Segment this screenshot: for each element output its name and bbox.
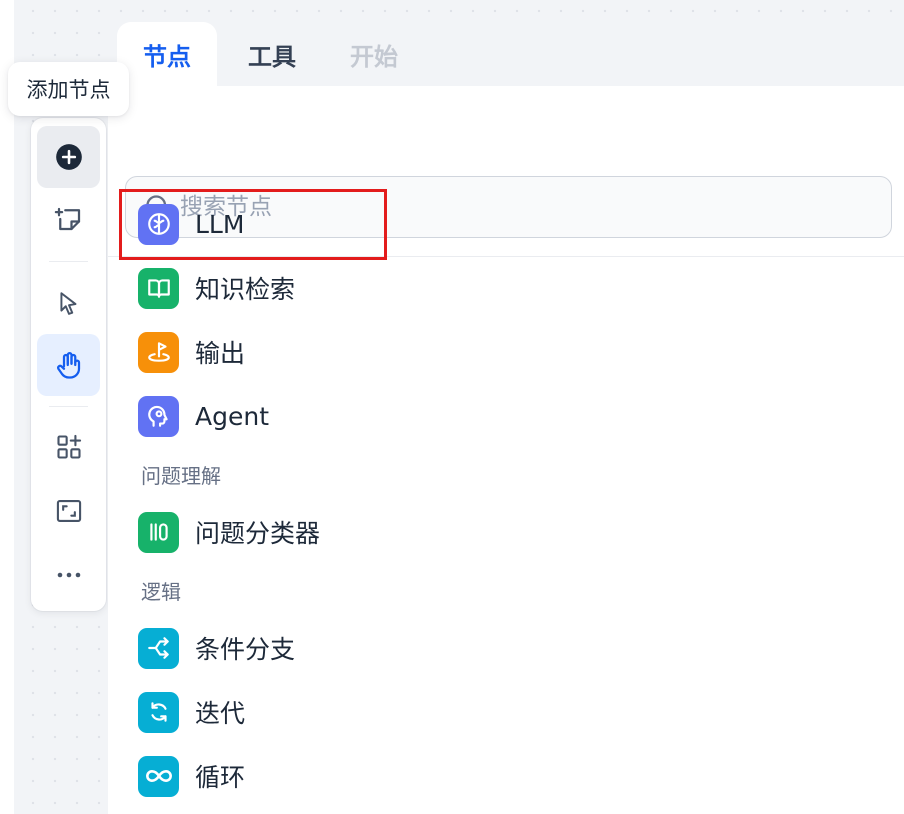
flag-icon [138, 331, 179, 373]
note-add-icon [54, 207, 80, 231]
toolbar-divider [49, 406, 88, 407]
more-button[interactable] [37, 544, 100, 606]
add-note-button[interactable] [37, 188, 100, 250]
frame-icon [56, 500, 81, 522]
agent-head-icon [138, 395, 179, 437]
node-item-if-else[interactable]: 条件分支 [138, 623, 878, 673]
node-item-loop[interactable]: 循环 [138, 751, 878, 801]
node-item-label: 问题分类器 [195, 519, 321, 548]
grid-plus-icon [56, 434, 81, 459]
node-item-label: 条件分支 [195, 635, 296, 664]
node-item-agent[interactable]: Agent [138, 391, 878, 441]
toolbar-divider [49, 261, 88, 262]
add-node-tooltip: 添加节点 [8, 62, 129, 116]
hand-icon [56, 352, 80, 379]
cursor-icon [59, 292, 76, 315]
brain-icon [138, 203, 179, 245]
tab-nodes[interactable]: 节点 [117, 22, 217, 86]
node-item-iteration[interactable]: 迭代 [138, 687, 878, 737]
node-item-label: 循环 [195, 763, 246, 792]
canvas-toolbar [31, 118, 106, 611]
classifier-icon [138, 511, 179, 553]
panel-body: LLM 知识检索 输出 [108, 86, 904, 814]
node-item-label: Agent [195, 401, 269, 431]
node-item-question-classifier[interactable]: 问题分类器 [138, 507, 878, 557]
organize-button[interactable] [37, 416, 100, 478]
node-item-label: 迭代 [195, 699, 246, 728]
add-node-button[interactable] [37, 126, 100, 188]
tab-start[interactable]: 开始 [324, 22, 424, 86]
node-item-label: LLM [195, 209, 245, 239]
repeat-icon [138, 691, 179, 733]
node-item-llm[interactable]: LLM [138, 199, 878, 249]
node-picker-panel: 节点 工具 开始 LLM [108, 14, 904, 814]
node-item-output[interactable]: 输出 [138, 327, 878, 377]
hand-mode-button[interactable] [37, 334, 100, 396]
panel-tabs: 节点 工具 开始 [108, 14, 904, 86]
fit-view-button[interactable] [37, 480, 100, 542]
more-dots-icon [57, 572, 80, 578]
divider [108, 256, 904, 257]
node-item-knowledge-retrieval[interactable]: 知识检索 [138, 263, 878, 313]
node-item-label: 知识检索 [195, 275, 296, 304]
pointer-mode-button[interactable] [37, 272, 100, 334]
section-header-question-understanding: 问题理解 [141, 464, 221, 488]
branch-icon [138, 627, 179, 669]
book-icon [138, 267, 179, 309]
tab-tools[interactable]: 工具 [220, 22, 324, 86]
section-header-logic: 逻辑 [141, 580, 181, 604]
node-item-label: 输出 [195, 339, 246, 368]
plus-circle-icon [55, 144, 82, 170]
canvas-left-edge [0, 0, 14, 814]
infinity-icon [138, 755, 179, 797]
